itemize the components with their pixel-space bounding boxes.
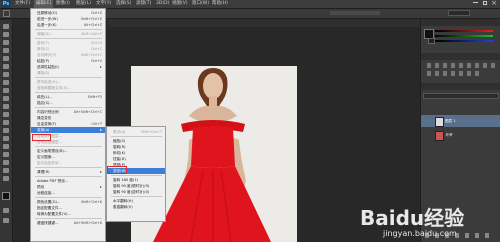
menu-item-purge[interactable]: 清理(R) ▸ [31,169,105,175]
menu-item-clear[interactable]: 清除(E) [31,70,105,76]
menu-item-find-replace[interactable]: 查找和替换文本(X)... [31,85,105,91]
eyedropper-icon[interactable] [3,64,9,69]
menu-item-rotate-90-ccw[interactable]: 旋转 90 度(逆时针)(0) [107,189,165,195]
layer-row-2[interactable]: 背景 [421,129,500,141]
hand-icon[interactable] [3,168,9,173]
quick-select-icon[interactable] [3,48,9,53]
menu-separator [35,218,102,219]
blur-icon[interactable] [3,120,9,125]
photoshop-logo: Ps [1,0,11,8]
background-swatch[interactable] [428,38,435,44]
menu-select[interactable]: 选择(S) [116,0,131,8]
menu-item-convert-profile[interactable]: 转换为配置文件(V)... [31,211,105,217]
layer-name: 图层 1 [445,119,456,123]
transform-submenu: 再次(A) Shift+Ctrl+T 缩放(S) 旋转(R) 斜切(K) 扭曲(D… [106,126,166,222]
menu-separator [35,146,102,147]
menu-separator [35,197,102,198]
highlight-callout-warp [107,166,127,174]
menu-item-remote[interactable]: 远程连接... [31,190,105,196]
quick-mask-icon[interactable] [3,208,9,213]
panel-header [421,19,500,26]
eraser-icon[interactable] [3,104,9,109]
maximize-icon[interactable] [483,1,487,5]
highlight-callout-transform [32,134,51,141]
green-slider[interactable] [435,35,493,37]
menu-type[interactable]: 文字(Y) [96,0,111,8]
minimize-icon[interactable] [473,2,478,3]
adjustments-header [421,53,500,60]
marquee-icon[interactable] [3,32,9,37]
menu-separator [35,176,102,177]
zoom-icon[interactable] [3,176,9,181]
menu-3d[interactable]: 3D(D) [156,0,169,8]
healing-brush-icon[interactable] [3,72,9,77]
options-controls[interactable] [330,11,380,15]
menu-separator [35,167,102,168]
lasso-icon[interactable] [3,40,9,45]
menu-separator [35,107,102,108]
menu-image[interactable]: 图像(I) [56,0,70,8]
layers-header [421,83,500,90]
move-tool-icon[interactable] [3,10,10,17]
menu-item-again[interactable]: 再次(A) Shift+Ctrl+T [107,129,165,135]
brush-icon[interactable] [3,80,9,85]
tools-panel [0,20,13,242]
menu-item-fade[interactable]: 渐隐(D)... Shift+Ctrl+F [31,31,105,37]
baidu-watermark: Baidu经验 [360,206,465,230]
workspace-switcher[interactable] [448,10,470,16]
baidu-watermark-url: jingyan.baidu.com [383,229,457,238]
document-tab-bar[interactable] [108,19,420,27]
menu-separator [35,92,102,93]
menu-edit[interactable]: 编辑(E) [34,0,54,8]
layer-row-1[interactable]: 图层 1 [421,115,500,127]
adjustment-icons-row2[interactable] [427,71,479,76]
submenu-arrow-icon: ▸ [99,169,102,174]
menu-item-keyboard-shortcuts[interactable]: 键盘快捷键... Alt+Shift+Ctrl+K [31,220,105,226]
layer-thumbnail [435,131,444,141]
dodge-icon[interactable] [3,128,9,133]
menu-item-define-shape[interactable]: 定义自定形状... [31,160,105,166]
menu-separator [111,136,162,137]
close-icon[interactable]: × [491,0,497,7]
path-select-icon[interactable] [3,152,9,157]
foreground-color-icon[interactable] [2,192,10,200]
crop-icon[interactable] [3,56,9,61]
shape-icon[interactable] [3,160,9,165]
menu-layer[interactable]: 图层(L) [76,0,91,8]
menu-item-flip-vertical[interactable]: 垂直翻转(V) [107,204,165,210]
menu-file[interactable]: 文件(F) [15,0,30,8]
blue-slider[interactable] [435,40,493,42]
screen-mode-icon[interactable] [3,218,9,223]
menu-filter[interactable]: 滤镜(T) [136,0,151,8]
layer-thumbnail [435,117,444,127]
menu-separator [111,196,162,197]
edit-menu: 还原移动(O) Ctrl+Z 前进一步(W) Shift+Ctrl+Z 后退一步(K… [30,8,106,242]
type-icon[interactable] [3,144,9,149]
layer-filter[interactable] [423,93,499,99]
menu-help[interactable]: 帮助(H) [212,0,228,8]
move-icon[interactable] [3,24,9,29]
red-slider[interactable] [435,30,493,32]
menu-separator [35,38,102,39]
clone-stamp-icon[interactable] [3,88,9,93]
menu-item-stroke[interactable]: 描边(S)... [31,100,105,106]
pen-icon[interactable] [3,136,9,141]
menu-item-step-backward[interactable]: 后退一步(K) Alt+Ctrl+Z [31,22,105,28]
menu-separator [111,175,162,176]
menu-view[interactable]: 视图(V) [172,0,188,8]
history-brush-icon[interactable] [3,96,9,101]
layer-name: 背景 [445,133,453,137]
gradient-icon[interactable] [3,112,9,117]
menu-separator [35,77,102,78]
adjustment-icons[interactable] [427,63,495,68]
menu-separator [35,29,102,30]
menu-window[interactable]: 窗口(W) [192,0,209,8]
